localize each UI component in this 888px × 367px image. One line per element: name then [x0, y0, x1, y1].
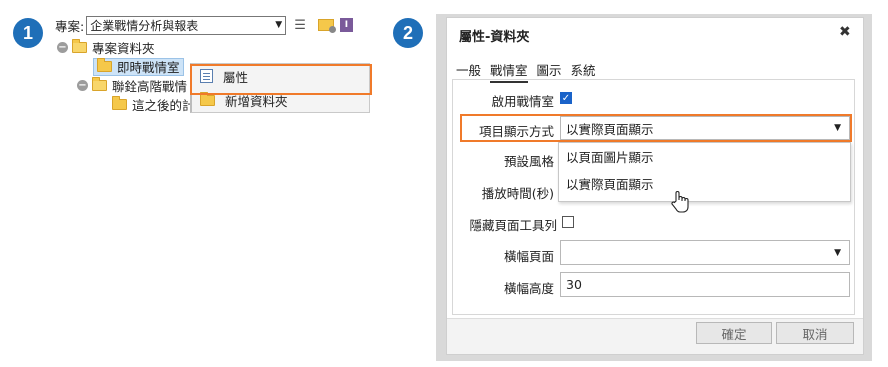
option-page-image[interactable]: 以頁面圖片顯示 — [559, 143, 850, 170]
folder-open-icon — [92, 77, 107, 91]
collapse-icon[interactable]: − — [57, 42, 68, 53]
close-icon[interactable]: ✖ — [839, 24, 851, 40]
banner-height-input[interactable]: 30 — [560, 272, 850, 297]
enable-checkbox[interactable]: ✓ — [560, 92, 572, 104]
highlight-box — [190, 64, 372, 95]
banner-height-label: 橫幅高度 — [503, 281, 554, 296]
hand-cursor-icon — [671, 191, 689, 213]
display-mode-dropdown: 以頁面圖片顯示 以實際頁面顯示 — [558, 142, 851, 202]
banner-page-select[interactable]: ▼ — [560, 240, 850, 265]
step-1-badge: 1 — [13, 18, 43, 48]
project-select-value: 企業戰情分析與報表 — [90, 18, 199, 33]
tree-item-label: 聯銓高階戰情 — [112, 79, 188, 94]
folder-icon — [112, 96, 127, 110]
dialog-title: 屬性-資料夾 — [459, 30, 530, 45]
banner-page-label: 橫幅頁面 — [503, 249, 554, 264]
collapse-icon[interactable]: − — [77, 80, 88, 91]
caret-down-icon: ▼ — [834, 247, 841, 258]
hide-toolbar-label: 隱藏頁面工具列 — [469, 218, 557, 233]
default-style-label: 預設風格 — [503, 154, 554, 169]
hide-toolbar-checkbox[interactable] — [562, 216, 574, 228]
project-select[interactable]: 企業戰情分析與報表 ▼ — [86, 15, 287, 35]
folder-icon — [97, 58, 112, 72]
tree-item-root[interactable]: − 專案資料夾 — [57, 38, 367, 57]
highlight-box — [460, 114, 852, 142]
option-actual-page[interactable]: 以實際頁面顯示 — [559, 170, 850, 197]
project-label: 專案: — [55, 18, 85, 34]
tree-item-label: 即時戰情室 — [117, 60, 180, 75]
project-toolbar: 專案: 企業戰情分析與報表 ▼ ☰ I — [55, 14, 353, 36]
new-folder-icon[interactable] — [317, 19, 336, 33]
tree-item-label: 這之後的計 — [132, 98, 195, 113]
folder-open-icon — [72, 39, 87, 53]
ok-button[interactable]: 確定 — [696, 322, 772, 344]
import-icon[interactable]: I — [339, 18, 353, 32]
tree-item-label: 專案資料夾 — [92, 41, 155, 56]
list-icon[interactable]: ☰ — [294, 18, 306, 33]
banner-height-value: 30 — [566, 277, 582, 292]
enable-label: 啟用戰情室 — [491, 94, 554, 109]
folder-icon — [200, 91, 215, 106]
chevron-down-icon: ▼ — [275, 20, 283, 30]
cancel-button[interactable]: 取消 — [776, 322, 854, 344]
step-2-badge: 2 — [393, 18, 423, 48]
play-time-label: 播放時間(秒) — [481, 186, 554, 201]
